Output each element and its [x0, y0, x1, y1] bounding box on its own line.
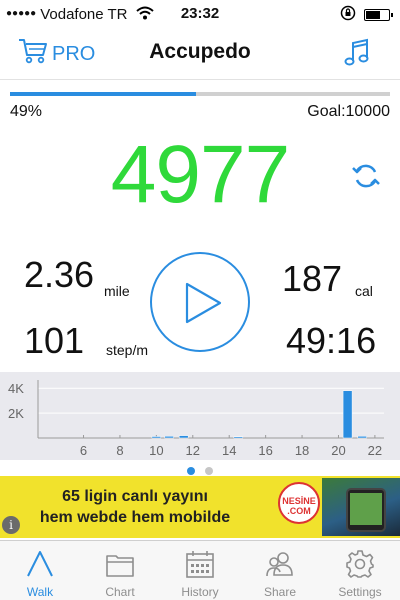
chart-bar [164, 436, 174, 439]
chart-canvas: 4K 2K 6 8 10 12 14 16 18 20 22 [8, 380, 384, 458]
gear-icon [346, 550, 374, 578]
ad-banner[interactable]: 65 ligin canlı yayını hem webde hem mobi… [0, 476, 400, 538]
chart-x-tick-label: 20 [331, 443, 345, 458]
hourly-steps-chart[interactable]: 4K 2K 6 8 10 12 14 16 18 20 22 [0, 372, 400, 460]
tab-walk[interactable]: Walk [0, 541, 80, 600]
tab-share-label: Share [263, 585, 297, 599]
calories-unit: cal [355, 283, 373, 299]
chart-x-tick-label: 10 [149, 443, 163, 458]
goal-progress-bar [10, 92, 390, 96]
chart-x-tick-label: 8 [116, 443, 123, 458]
chart-x-tick-label: 6 [80, 443, 87, 458]
pro-button[interactable]: PRO [18, 38, 95, 70]
ad-headline: 65 ligin canlı yayını [62, 488, 208, 505]
signal-strength-icon: ●●●●● [6, 8, 37, 19]
people-icon [266, 552, 293, 577]
duration-value: 49:16 [286, 320, 377, 361]
chart-x-tick-label: 18 [295, 443, 309, 458]
tab-settings[interactable]: Settings [320, 541, 400, 600]
music-button[interactable] [344, 38, 370, 73]
goal-label: Goal:10000 [307, 103, 390, 120]
tab-settings-label: Settings [338, 585, 382, 599]
tab-chart[interactable]: Chart [80, 541, 160, 600]
tab-bar: Walk Chart History Share Settings [0, 540, 400, 600]
status-left: ●●●●● Vodafone TR [6, 5, 154, 23]
carrier-name: Vodafone TR [40, 5, 128, 23]
calories-value: 187 [282, 258, 343, 299]
tab-walk-label: Walk [26, 585, 54, 599]
tab-chart-label: Chart [105, 585, 135, 599]
walk-icon [27, 551, 53, 577]
reset-button[interactable] [350, 160, 382, 197]
chart-x-tick-label: 16 [258, 443, 272, 458]
chart-bar [233, 436, 244, 439]
goal-progress-fill [10, 92, 197, 96]
pace-unit: step/m [106, 342, 149, 358]
ad-info-icon[interactable]: i [2, 516, 20, 534]
chart-y-tick-label: 4K [8, 381, 24, 396]
chart-bar [178, 435, 189, 439]
chart-x-tick-label: 14 [222, 443, 236, 458]
status-right [340, 5, 393, 24]
distance-value: 2.36 [24, 254, 95, 295]
ad-subline: hem webde hem mobilde [39, 509, 231, 526]
page-dot[interactable] [187, 467, 195, 475]
cart-icon [18, 37, 52, 71]
ad-image [322, 478, 400, 536]
chart-y-tick-label: 2K [8, 406, 24, 421]
chart-bar [342, 390, 353, 439]
wifi-icon [135, 6, 154, 23]
tab-history-label: History [181, 585, 219, 599]
page-dot[interactable] [205, 467, 213, 475]
pro-label: PRO [52, 42, 96, 65]
play-button[interactable] [150, 252, 250, 352]
calendar-icon [186, 551, 214, 578]
chart-x-tick-label: 22 [368, 443, 382, 458]
status-bar: ●●●●● Vodafone TR 23:32 [0, 0, 400, 28]
step-count: 4977 [110, 129, 290, 220]
page-indicator[interactable] [0, 462, 400, 475]
battery-icon [364, 8, 393, 21]
chart-bar [151, 436, 162, 439]
pace-value: 101 [24, 320, 85, 361]
folder-icon [106, 555, 134, 577]
goal-percent: 49% [10, 103, 43, 120]
ad-phone-screen [350, 493, 382, 525]
rotation-lock-icon [340, 5, 356, 24]
navigation-bar: PRO Accupedo [0, 28, 400, 80]
chart-x-tick-label: 12 [186, 443, 200, 458]
tab-share[interactable]: Share [240, 541, 320, 600]
distance-unit: mile [104, 283, 130, 299]
ad-brand-logo: NESİNE .COM [278, 482, 320, 524]
refresh-icon [350, 164, 382, 196]
chart-bar [357, 436, 367, 439]
tab-history[interactable]: History [160, 541, 240, 600]
music-note-icon [344, 38, 370, 72]
